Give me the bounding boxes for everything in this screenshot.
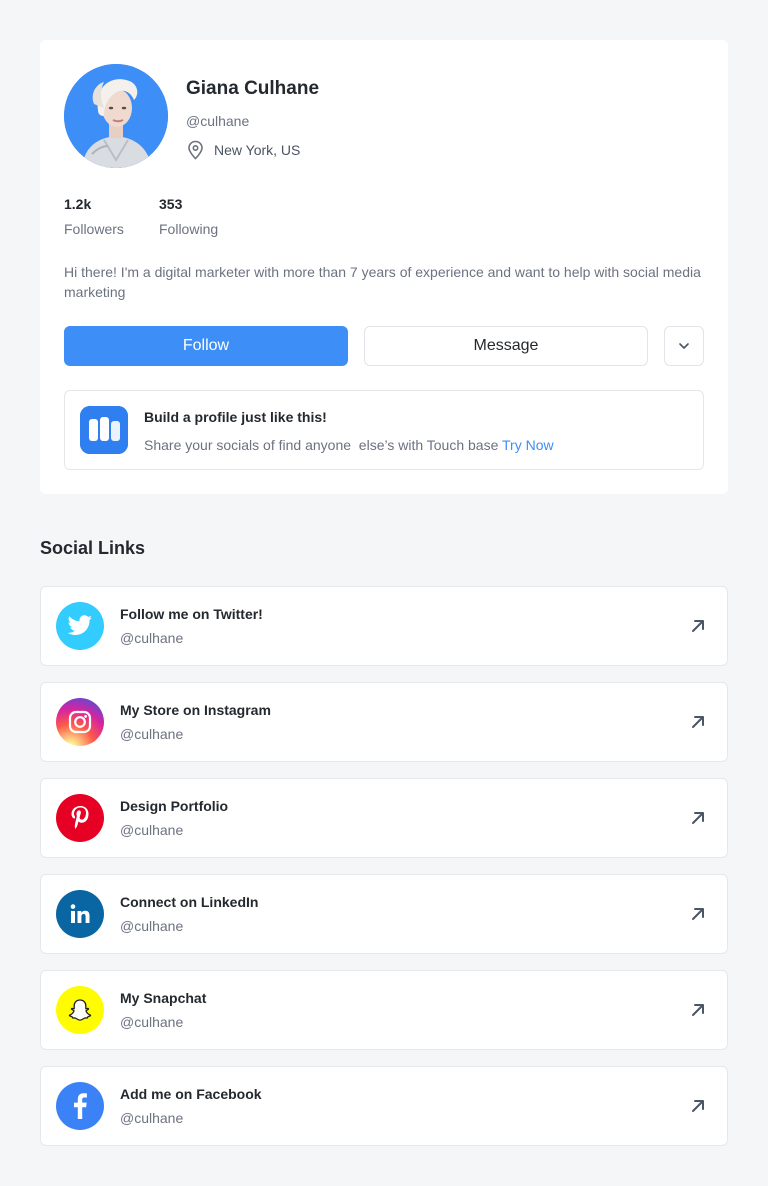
touchbase-logo-icon [80, 406, 128, 454]
social-link-pinterest[interactable]: Design Portfolio @culhane [40, 778, 728, 858]
social-links-heading: Social Links [40, 538, 146, 558]
profile-name: Giana Culhane [186, 78, 320, 99]
more-options-button[interactable] [664, 326, 704, 366]
social-link-instagram[interactable]: My Store on Instagram @culhane [40, 682, 728, 762]
social-link-title: Follow me on Twitter! [120, 606, 263, 622]
social-link-title: Add me on Facebook [120, 1086, 262, 1102]
profile-location: New York, US [186, 139, 300, 161]
social-link-handle: @culhane [120, 630, 184, 646]
social-link-twitter[interactable]: Follow me on Twitter! @culhane [40, 586, 728, 666]
promo-text: Share your socials of find anyone else’s… [144, 437, 554, 453]
try-now-link[interactable]: Try Now [502, 437, 554, 453]
promo-description: Share your socials of find anyone else’s… [144, 437, 502, 453]
social-link-facebook[interactable]: Add me on Facebook @culhane [40, 1066, 728, 1146]
profile-page: Giana Culhane @culhane New York, US 1.2k… [0, 0, 768, 1186]
following-label: Following [159, 221, 219, 237]
social-link-snapchat[interactable]: My Snapchat @culhane [40, 970, 728, 1050]
facebook-icon [56, 1082, 104, 1130]
twitter-icon [56, 602, 104, 650]
social-link-handle: @culhane [120, 1014, 184, 1030]
social-link-linkedin[interactable]: Connect on LinkedIn @culhane [40, 874, 728, 954]
instagram-icon [56, 698, 104, 746]
message-button[interactable]: Message [364, 326, 648, 366]
location-label: New York, US [214, 142, 301, 158]
arrow-up-right-icon [692, 1004, 704, 1016]
chevron-down-icon [679, 343, 689, 349]
avatar[interactable] [64, 64, 168, 168]
followers-stat[interactable]: 1.2k Followers [64, 196, 124, 237]
social-link-handle: @culhane [120, 822, 184, 838]
following-stat[interactable]: 353 Following [159, 196, 218, 237]
social-link-title: My Snapchat [120, 990, 207, 1006]
followers-count: 1.2k [64, 196, 92, 212]
pinterest-icon [56, 794, 104, 842]
followers-label: Followers [64, 221, 124, 237]
promo-title: Build a profile just like this! [144, 409, 327, 425]
arrow-up-right-icon [692, 908, 704, 920]
arrow-up-right-icon [692, 812, 704, 824]
social-link-title: My Store on Instagram [120, 702, 271, 718]
social-link-title: Design Portfolio [120, 798, 229, 814]
following-count: 353 [159, 196, 183, 212]
profile-bio: Hi there! I'm a digital marketer with mo… [64, 264, 701, 300]
social-link-title: Connect on LinkedIn [120, 894, 259, 910]
follow-button[interactable]: Follow [64, 326, 348, 366]
profile-card: Giana Culhane @culhane New York, US 1.2k… [40, 40, 728, 494]
social-link-handle: @culhane [120, 918, 184, 934]
social-links-list: Follow me on Twitter! @culhane My Store … [40, 586, 728, 1162]
arrow-up-right-icon [692, 620, 704, 632]
social-link-handle: @culhane [120, 1110, 184, 1126]
snapchat-icon [56, 986, 104, 1034]
location-pin-icon [186, 140, 205, 160]
profile-handle: @culhane [186, 113, 250, 129]
social-link-handle: @culhane [120, 726, 184, 742]
promo-banner: Build a profile just like this! Share yo… [64, 390, 704, 470]
arrow-up-right-icon [692, 1100, 704, 1112]
arrow-up-right-icon [692, 716, 704, 728]
linkedin-icon [56, 890, 104, 938]
